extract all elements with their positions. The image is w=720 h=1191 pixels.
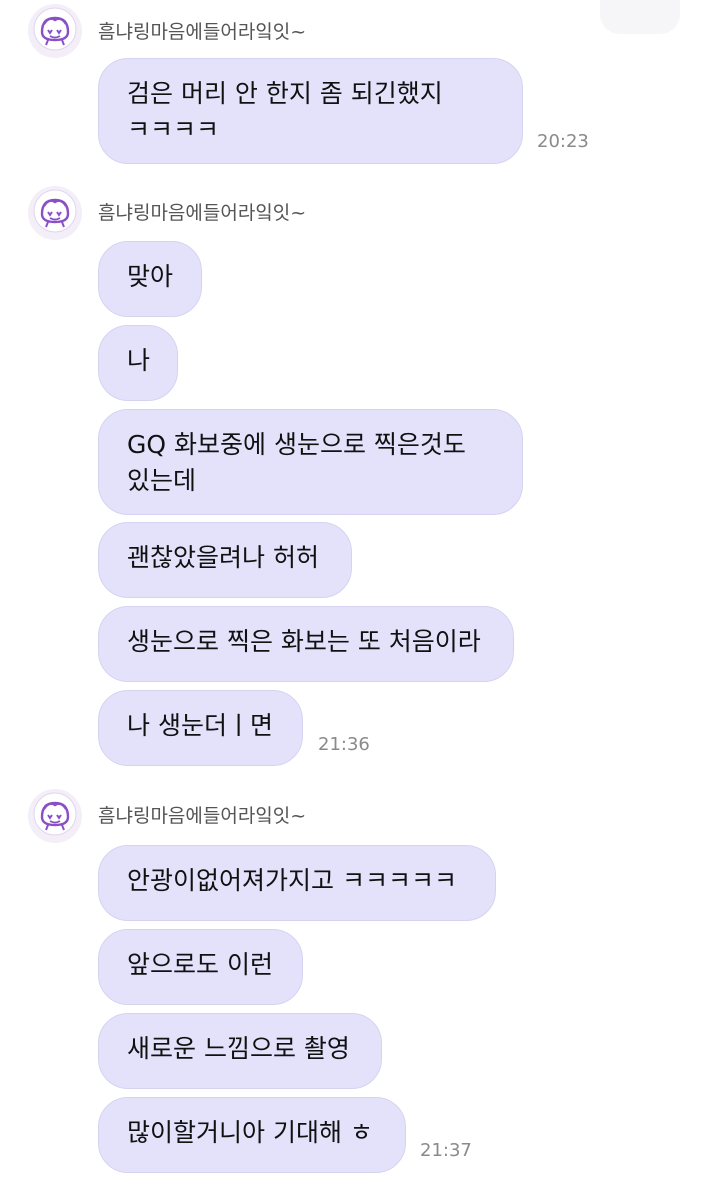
message-bubble[interactable]: 새로운 느낌으로 촬영 [98, 1013, 382, 1089]
message-bubble[interactable]: 안광이없어져가지고 ㅋㅋㅋㅋㅋ [98, 845, 496, 921]
character-avatar-icon [32, 6, 78, 56]
sender-name: 흠냐링마음에들어라잌잇~ [98, 805, 307, 827]
message-timestamp: 20:23 [537, 131, 589, 152]
message-bubble[interactable]: 검은 머리 안 한지 좀 되긴했지 ㅋㅋㅋㅋ [98, 58, 523, 164]
message-bubble[interactable]: 맞아 [98, 241, 202, 317]
avatar[interactable] [28, 4, 82, 58]
message-bubble[interactable]: 괜찮았을려나 허허 [98, 522, 352, 598]
message-bubble[interactable]: 나 [98, 325, 178, 401]
background-decoration [600, 0, 680, 34]
message-bubble[interactable]: GQ 화보중에 생눈으로 찍은것도 있는데 [98, 409, 523, 515]
message-timestamp: 21:36 [318, 734, 370, 755]
message-timestamp: 21:37 [420, 1140, 472, 1161]
sender-name: 흠냐링마음에들어라잌잇~ [98, 202, 307, 224]
avatar[interactable] [28, 186, 82, 240]
message-bubble[interactable]: 나 생눈더ㅣ면 [98, 690, 303, 766]
avatar[interactable] [28, 789, 82, 843]
message-bubble[interactable]: 앞으로도 이런 [98, 929, 303, 1005]
sender-name: 흠냐링마음에들어라잌잇~ [98, 21, 307, 43]
character-avatar-icon [32, 188, 78, 238]
character-avatar-icon [32, 791, 78, 841]
message-bubble[interactable]: 생눈으로 찍은 화보는 또 처음이라 [98, 606, 514, 682]
message-bubble[interactable]: 많이할거니아 기대해 ㅎ [98, 1097, 406, 1173]
